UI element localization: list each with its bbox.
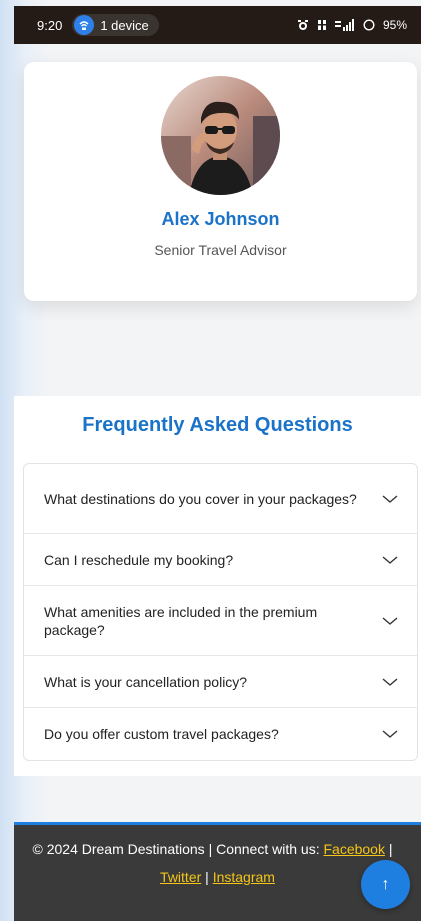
status-bar: 9:20 1 device 95% <box>14 6 421 44</box>
profile-card: Alex Johnson Senior Travel Advisor <box>24 62 417 301</box>
faq-heading: Frequently Asked Questions <box>82 414 353 436</box>
battery-icon <box>363 19 375 31</box>
arrow-up-icon: ↑ <box>381 875 390 893</box>
chevron-down-icon <box>382 677 398 686</box>
profile-name: Alex Johnson <box>161 209 280 229</box>
footer-copyright: © 2024 Dream Destinations | Connect with… <box>32 841 324 857</box>
faq-question: Do you offer custom travel packages? <box>44 726 279 742</box>
faq-item[interactable]: What amenities are included in the premi… <box>24 586 417 656</box>
footer: © 2024 Dream Destinations | Connect with… <box>14 822 421 921</box>
status-left: 9:20 1 device <box>37 14 159 36</box>
alarm-icon <box>297 19 309 31</box>
faq-item[interactable]: What is your cancellation policy? <box>24 656 417 708</box>
faq-section: Frequently Asked Questions What destinat… <box>14 396 421 776</box>
volte-icon <box>317 19 327 31</box>
chevron-down-icon <box>382 730 398 738</box>
faq-question: What amenities are included in the premi… <box>44 603 318 638</box>
chevron-down-icon <box>382 555 398 564</box>
facebook-link[interactable]: Facebook <box>323 841 384 857</box>
twitter-link[interactable]: Twitter <box>160 869 201 885</box>
faq-item[interactable]: Do you offer custom travel packages? <box>24 708 417 760</box>
faq-list: What destinations do you cover in your p… <box>23 463 418 761</box>
faq-question: Can I reschedule my booking? <box>44 551 234 568</box>
faq-question: What is your cancellation policy? <box>44 673 248 690</box>
hotspot-icon <box>74 15 95 35</box>
footer-line-2: Twitter | Instagram <box>14 863 421 891</box>
faq-question: What destinations do you cover in your p… <box>44 490 357 507</box>
status-right: 95% <box>297 18 407 32</box>
chevron-down-icon <box>382 494 398 503</box>
clock: 9:20 <box>37 17 63 33</box>
signal-icon <box>334 19 355 31</box>
footer-separator: | <box>201 869 213 885</box>
chevron-down-icon <box>382 616 398 625</box>
battery-level: 95% <box>382 18 407 32</box>
device-pill-label: 1 device <box>100 17 149 33</box>
footer-line-1: © 2024 Dream Destinations | Connect with… <box>14 835 421 863</box>
profile-title: Senior Travel Advisor <box>154 242 287 258</box>
device-pill[interactable]: 1 device <box>72 14 159 36</box>
instagram-link[interactable]: Instagram <box>213 869 275 885</box>
footer-separator: | <box>384 841 393 857</box>
avatar-photo <box>161 76 280 195</box>
scroll-to-top-button[interactable]: ↑ <box>361 860 410 909</box>
avatar <box>161 76 280 195</box>
faq-item[interactable]: Can I reschedule my booking? <box>24 534 417 586</box>
faq-item[interactable]: What destinations do you cover in your p… <box>24 464 417 534</box>
